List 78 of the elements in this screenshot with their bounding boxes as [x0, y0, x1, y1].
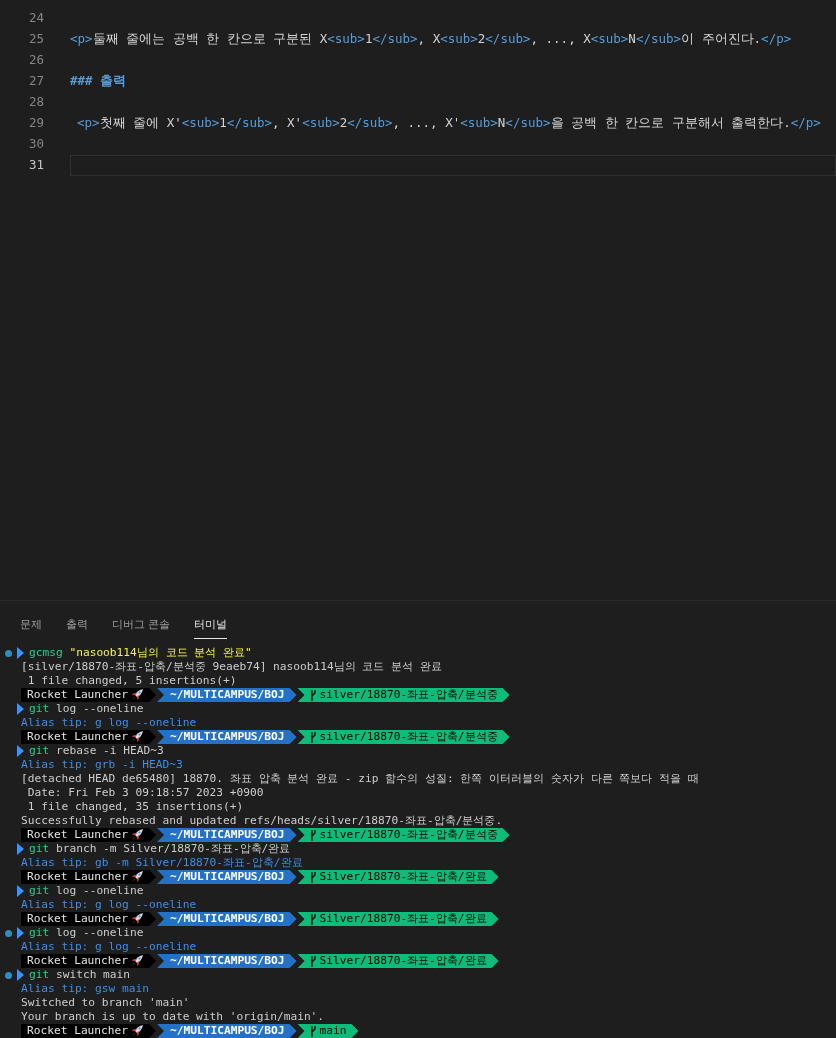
- prompt-user-segment: Rocket Launcher: [21, 730, 157, 744]
- git-branch-icon: [309, 955, 316, 967]
- terminal-output: 1 file changed, 5 insertions(+): [26, 674, 237, 688]
- terminal-command: git switch main: [29, 968, 131, 982]
- alias-tip: Alias tip: g log --oneline: [21, 898, 197, 912]
- git-branch-icon: [309, 871, 316, 883]
- line-number: 31: [27, 156, 44, 175]
- prompt-branch-segment: Silver/18870-좌표-압축/완료: [297, 870, 499, 884]
- prompt-path-segment: ~/MULTICAMPUS/BOJ: [157, 1024, 297, 1038]
- rocket-icon: [131, 731, 145, 743]
- prompt-path-segment: ~/MULTICAMPUS/BOJ: [157, 730, 297, 744]
- prompt-branch-segment: silver/18870-좌표-압축/분석중: [297, 828, 510, 842]
- line-number: 25: [27, 30, 44, 49]
- rocket-icon: [131, 1025, 145, 1037]
- prompt-path-segment: ~/MULTICAMPUS/BOJ: [157, 828, 297, 842]
- prompt-chevron-icon: [17, 647, 24, 659]
- line-number: 26: [27, 51, 44, 70]
- alias-tip: Alias tip: grb -i HEAD~3: [21, 758, 183, 772]
- line-number: 29: [27, 114, 44, 133]
- terminal-output: [silver/18870-좌표-압축/분석중 9eaeb74] nasoob114님의 코드 분석 완료: [21, 660, 442, 674]
- prompt-branch-segment: silver/18870-좌표-압축/분석중: [297, 730, 510, 744]
- prompt-user-segment: Rocket Launcher: [21, 954, 157, 968]
- terminal-command: git rebase -i HEAD~3: [29, 744, 164, 758]
- terminal-command: gcmsg "nasoob114님의 코드 분석 완료": [29, 646, 252, 660]
- prompt-path-segment: ~/MULTICAMPUS/BOJ: [157, 870, 297, 884]
- terminal-output: Switched to branch 'main': [21, 996, 190, 1010]
- git-branch-icon: [309, 1025, 316, 1037]
- git-branch-icon: [309, 829, 316, 841]
- git-branch-icon: [309, 913, 316, 925]
- rocket-icon: [131, 871, 145, 883]
- prompt-chevron-icon: [17, 745, 24, 757]
- prompt-path-segment: ~/MULTICAMPUS/BOJ: [157, 954, 297, 968]
- alias-tip: Alias tip: gsw main: [21, 982, 149, 996]
- prompt-chevron-icon: [17, 927, 24, 939]
- rocket-icon: [131, 913, 145, 925]
- prompt-branch-segment: Silver/18870-좌표-압축/완료: [297, 912, 499, 926]
- prompt-user-segment: Rocket Launcher: [21, 912, 157, 926]
- git-branch-icon: [309, 731, 316, 743]
- terminal-command: git log --oneline: [29, 884, 144, 898]
- prompt-path-segment: ~/MULTICAMPUS/BOJ: [157, 912, 297, 926]
- terminal-command: git log --oneline: [29, 926, 144, 940]
- code-line: ### 출력: [70, 72, 127, 91]
- terminal-output: Successfully rebased and updated refs/heads/silver/18870-좌표-압축/분석중.: [21, 814, 503, 828]
- terminal-output: Your branch is up to date with 'origin/main'.: [21, 1010, 325, 1024]
- terminal-output: [detached HEAD de65480] 18870. 좌표 압축 분석 완료 - zip 함수의 성질: 한쪽 이터러블의 숫자가 다른 쪽보다 적을 때: [21, 772, 699, 786]
- prompt-user-segment: Rocket Launcher: [21, 828, 157, 842]
- prompt-branch-segment: Silver/18870-좌표-압축/완료: [297, 954, 499, 968]
- terminal-command: git branch -m Silver/18870-좌표-압축/완료: [29, 842, 291, 856]
- alias-tip: Alias tip: g log --oneline: [21, 716, 197, 730]
- panel-tab[interactable]: 문제: [20, 615, 42, 639]
- line-number: 24: [27, 9, 44, 28]
- line-number: 27: [27, 72, 44, 91]
- prompt-user-segment: Rocket Launcher: [21, 870, 157, 884]
- prompt-chevron-icon: [17, 969, 24, 981]
- prompt-user-segment: Rocket Launcher: [21, 1024, 157, 1038]
- prompt-path-segment: ~/MULTICAMPUS/BOJ: [157, 688, 297, 702]
- rocket-icon: [131, 955, 145, 967]
- rocket-icon: [131, 829, 145, 841]
- code-line: <p>둘째 줄에는 공백 한 칸으로 구분된 X<sub>1</sub>, X<sub>2</sub>, ..., X<sub>N</sub>이 주어진다.</p>: [70, 30, 792, 49]
- rocket-icon: [131, 689, 145, 701]
- terminal-command: git log --oneline: [29, 702, 144, 716]
- prompt-user-segment: Rocket Launcher: [21, 688, 157, 702]
- panel-tab[interactable]: 출력: [66, 615, 88, 639]
- git-branch-icon: [309, 689, 316, 701]
- prompt-chevron-icon: [17, 843, 24, 855]
- panel-tab[interactable]: 터미널: [194, 615, 228, 639]
- terminal-output: Date: Fri Feb 3 09:18:57 2023 +0900: [26, 786, 264, 800]
- prompt-chevron-icon: [17, 885, 24, 897]
- prompt-branch-segment: silver/18870-좌표-압축/분석중: [297, 688, 510, 702]
- terminal-output: 1 file changed, 35 insertions(+): [26, 800, 244, 814]
- prompt-branch-segment: main: [297, 1024, 359, 1038]
- alias-tip: Alias tip: g log --oneline: [21, 940, 197, 954]
- prompt-chevron-icon: [17, 703, 24, 715]
- line-number: 30: [27, 135, 44, 154]
- alias-tip: Alias tip: gb -m Silver/18870-좌표-압축/완료: [21, 856, 303, 870]
- panel-tab[interactable]: 디버그 콘솔: [112, 615, 171, 639]
- line-number: 28: [27, 93, 44, 112]
- code-line: <p>첫째 줄에 X'<sub>1</sub>, X'<sub>2</sub>, ..., X'<sub>N</sub>을 공백 한 칸으로 구분해서 출력한다.</p>: [76, 114, 821, 133]
